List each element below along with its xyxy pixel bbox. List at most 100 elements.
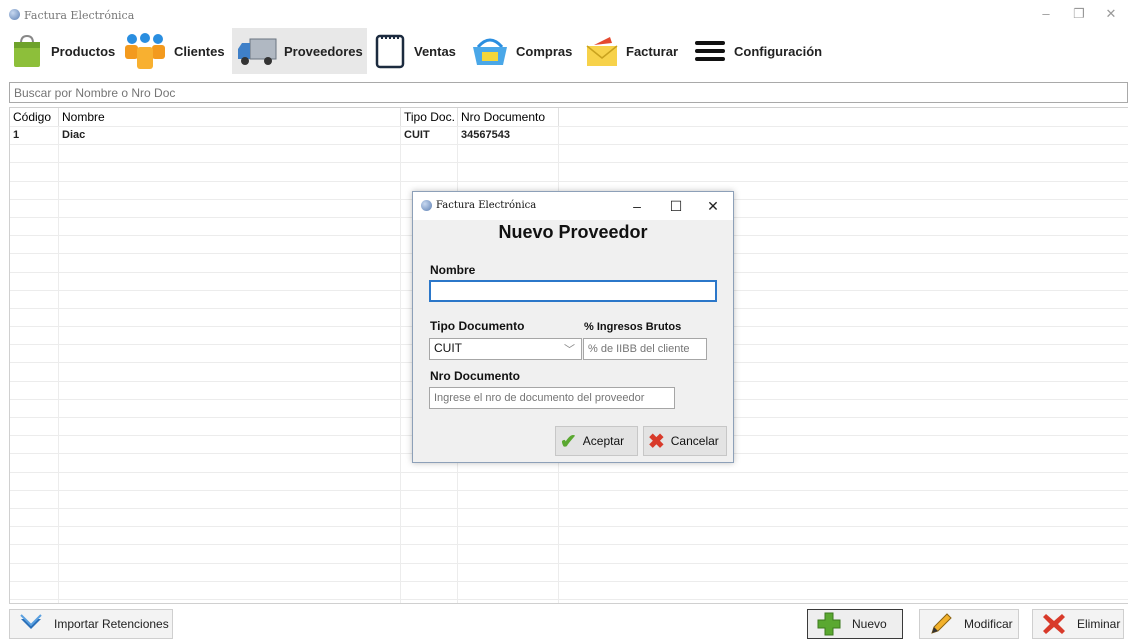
empty-table-row [10,489,1128,508]
search-input[interactable] [9,82,1128,103]
close-button[interactable]: ✕ [1100,6,1122,22]
importar-retenciones-button[interactable]: Importar Retenciones [9,609,173,639]
aceptar-button[interactable]: ✔ Aceptar [555,426,638,456]
empty-cell [59,418,401,436]
empty-cell [10,217,59,236]
column-header-nro-documento[interactable]: Nro Documento [458,108,559,126]
minimize-button[interactable]: – [1035,6,1057,22]
toolbar-proveedores-button[interactable]: Proveedores [232,28,367,74]
empty-cell [559,600,1128,603]
nro-documento-field[interactable] [429,387,675,409]
empty-cell [10,163,59,181]
empty-cell [10,199,59,217]
empty-cell [59,181,401,199]
empty-cell [59,490,401,508]
restore-button[interactable]: ❐ [1068,6,1090,22]
plus-icon [816,611,842,637]
empty-cell [10,363,59,381]
empty-cell [458,472,559,490]
column-header-codigo[interactable]: Código [10,108,59,126]
chevron-down-icon: ﹀ [564,344,575,356]
main-toolbar: Productos Clientes Proveedores Ventas Co… [0,28,1131,76]
empty-cell [10,527,59,545]
cancelar-button[interactable]: ✖ Cancelar [643,426,727,456]
empty-table-row [10,580,1128,599]
pencil-icon [928,611,954,637]
empty-cell [59,199,401,217]
envelope-icon [584,33,620,69]
empty-cell [458,545,559,563]
empty-cell [59,163,401,181]
empty-cell [59,345,401,363]
delete-x-icon [1041,611,1067,637]
empty-cell [10,545,59,563]
empty-cell [59,254,401,272]
table-row[interactable]: 1 Diac CUIT 34567543 [10,126,1128,145]
dialog-title-bar: Factura Electrónica – ☐ ✕ [413,192,733,220]
nuevo-proveedor-dialog: Factura Electrónica – ☐ ✕ Nuevo Proveedo… [412,191,734,463]
tipo-documento-select[interactable]: CUIT ﹀ [429,338,582,360]
nombre-field[interactable] [429,280,717,302]
empty-cell [458,563,559,581]
empty-cell [401,527,458,545]
toolbar-configuracion-button[interactable]: Configuración [692,28,824,74]
empty-cell [10,145,59,163]
empty-cell [10,399,59,417]
empty-cell [458,163,559,181]
empty-cell [559,509,1128,526]
window-title: Factura Electrónica [24,9,135,22]
empty-cell [10,472,59,490]
delete-x-icon: ✖ [648,430,665,453]
toolbar-facturar-button[interactable]: Facturar [584,28,686,74]
column-header-empty [559,108,1128,126]
toolbar-compras-button[interactable]: Compras [470,28,580,74]
dialog-maximize-button[interactable]: ☐ [665,197,687,215]
nuevo-button[interactable]: Nuevo [807,609,903,639]
column-header-tipo-doc[interactable]: Tipo Doc. [401,108,458,126]
empty-cell [10,599,59,603]
ingresos-brutos-field[interactable] [583,338,707,360]
table-header: Código Nombre Tipo Doc. Nro Documento [10,108,1128,126]
eliminar-button[interactable]: Eliminar [1032,609,1124,639]
empty-table-row [10,471,1128,490]
notepad-icon [372,33,408,69]
empty-cell [59,290,401,308]
truck-icon [236,33,278,69]
empty-table-row [10,562,1128,581]
modificar-button[interactable]: Modificar [919,609,1019,639]
empty-cell [59,599,401,603]
empty-cell [10,254,59,272]
empty-cell [59,454,401,472]
empty-cell [10,581,59,599]
empty-cell [59,399,401,417]
empty-cell [10,290,59,308]
dialog-heading: Nuevo Proveedor [498,222,648,242]
toolbar-productos-button[interactable]: Productos [9,28,121,74]
empty-cell [59,327,401,345]
empty-cell [59,527,401,545]
column-header-nombre[interactable]: Nombre [59,108,401,126]
window-title-bar: Factura Electrónica – ❐ ✕ [0,0,1131,28]
empty-cell [559,545,1128,562]
bottom-action-bar: Importar Retenciones Nuevo Modificar Eli… [0,606,1131,639]
toolbar-ventas-button[interactable]: Ventas [372,28,468,74]
empty-table-row [10,544,1128,563]
empty-cell [559,582,1128,599]
import-arrow-icon [18,611,44,637]
dialog-minimize-button[interactable]: – [626,197,648,215]
empty-cell [401,145,458,163]
empty-cell [59,217,401,236]
empty-cell [458,145,559,163]
dialog-window-title: Factura Electrónica [436,200,537,211]
empty-cell [401,490,458,508]
cell-tipo-doc: CUIT [401,127,458,145]
empty-cell [10,508,59,527]
empty-cell [401,545,458,563]
empty-cell [59,381,401,399]
tipo-documento-label: Tipo Documento [430,319,525,333]
toolbar-clientes-button[interactable]: Clientes [122,28,230,74]
dialog-close-button[interactable]: ✕ [702,197,724,215]
cell-nombre: Diac [59,127,401,145]
empty-cell [559,145,1128,162]
empty-cell [401,599,458,603]
